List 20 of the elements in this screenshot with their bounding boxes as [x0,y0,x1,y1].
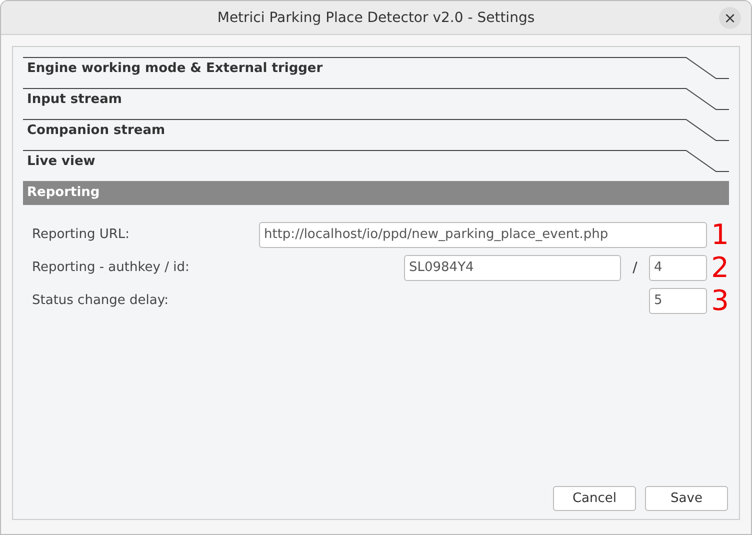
authkey-input-field[interactable]: SL0984Y4 [404,254,621,280]
section-header[interactable]: Engine working mode & External trigger [23,57,729,88]
separator-slash: / [632,260,638,276]
annotation-number: 2 [710,254,729,280]
cancel-button[interactable]: Cancel [553,486,636,511]
annotation-number: 1 [710,222,729,248]
field-label: Status change delay: [32,293,170,308]
annotation-number: 3 [710,288,729,314]
field-label: Reporting URL: [32,227,130,242]
window-title: Metrici Parking Place Detector v2.0 - Settings [217,10,535,26]
section-header[interactable]: Input stream [23,88,729,119]
delay-input-field[interactable]: 5 [649,288,707,314]
section-header[interactable]: Companion stream [23,119,729,150]
save-button[interactable]: Save [645,486,728,511]
url-input-field[interactable]: http://localhost/io/ppd/new_parking_place_event.php [259,222,707,248]
id-input-field[interactable]: 4 [649,254,707,280]
field-label: Reporting - authkey / id: [32,260,190,275]
section-header[interactable]: Live view [23,150,729,181]
section-header[interactable]: Reporting [23,181,729,205]
close-button[interactable]: × [719,7,741,29]
